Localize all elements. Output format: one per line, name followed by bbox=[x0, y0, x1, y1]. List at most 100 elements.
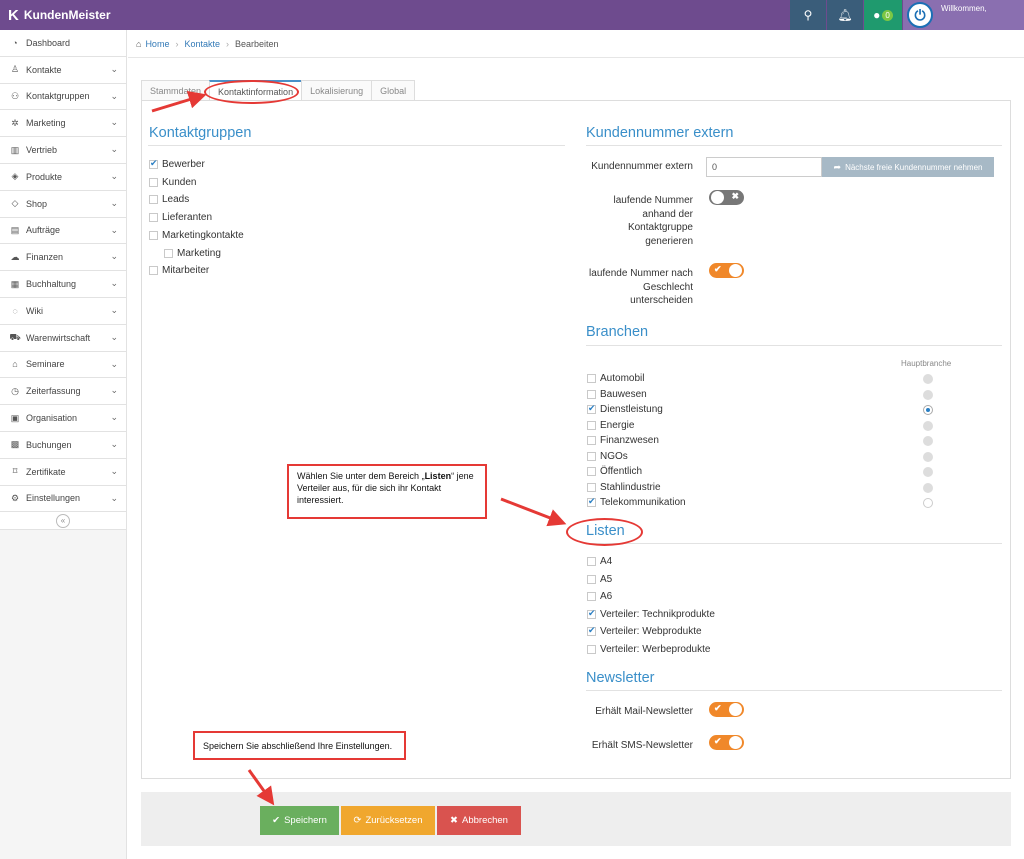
check-icon: ✔ bbox=[714, 736, 722, 746]
checkbox[interactable] bbox=[587, 451, 596, 461]
sidebar-item-kontaktgruppen[interactable]: ⚇ Kontaktgruppen ⌄ bbox=[0, 83, 126, 111]
kontaktgruppe-item[interactable]: Marketing bbox=[164, 248, 221, 259]
hauptbranche-radio[interactable] bbox=[923, 389, 933, 400]
checkbox-label: Verteiler: Werbeprodukte bbox=[600, 644, 711, 655]
checkbox[interactable] bbox=[587, 496, 596, 507]
checkbox[interactable] bbox=[149, 177, 158, 187]
listen-item[interactable]: Verteiler: Webprodukte bbox=[587, 625, 702, 637]
hauptbranche-radio[interactable] bbox=[923, 405, 933, 415]
hauptbranche-radio[interactable] bbox=[923, 374, 933, 384]
sidebar-item-dashboard[interactable]: ◔ Dashboard bbox=[0, 30, 126, 57]
kontaktgruppe-item[interactable]: Bewerber bbox=[149, 158, 205, 170]
hauptbranche-radio[interactable] bbox=[923, 436, 933, 446]
brand-logo[interactable]: K KundenMeister bbox=[8, 0, 111, 30]
branche-item[interactable]: Öffentlich bbox=[587, 466, 642, 477]
sidebar-item-zertifikate[interactable]: ⌑ Zertifikate ⌄ bbox=[0, 458, 126, 486]
branche-item[interactable]: NGOs bbox=[587, 451, 628, 462]
sidebar-item-shop[interactable]: ◇ Shop ⌄ bbox=[0, 190, 126, 218]
sidebar-item-warenwirtschaft[interactable]: ⛟ Warenwirtschaft ⌄ bbox=[0, 324, 126, 352]
sms-newsletter-label: Erhält SMS-Newsletter bbox=[591, 740, 693, 751]
kontaktgruppe-item[interactable]: Lieferanten bbox=[149, 212, 212, 223]
sidebar-collapse[interactable]: « bbox=[0, 512, 126, 531]
checkbox[interactable] bbox=[149, 230, 158, 240]
listen-item[interactable]: Verteiler: Werbeprodukte bbox=[587, 644, 710, 655]
reset-button[interactable]: ⟳ Zurücksetzen bbox=[341, 806, 435, 835]
sidebar-item-vertrieb[interactable]: ▥ Vertrieb ⌄ bbox=[0, 137, 126, 164]
checkbox[interactable] bbox=[587, 403, 596, 414]
toggle-mail-newsletter[interactable]: ✔ bbox=[709, 702, 744, 717]
checkbox[interactable] bbox=[587, 574, 596, 584]
branche-item[interactable]: Stahlindustrie bbox=[587, 482, 661, 493]
breadcrumb-contacts[interactable]: Kontakte bbox=[184, 39, 220, 49]
checkbox[interactable] bbox=[587, 436, 596, 445]
breadcrumb-home[interactable]: Home bbox=[145, 39, 169, 49]
checkbox[interactable] bbox=[587, 608, 596, 619]
notifications-button[interactable]: 🔔︎ bbox=[827, 0, 863, 30]
sidebar-item-produkte[interactable]: ◈ Produkte ⌄ bbox=[0, 163, 126, 191]
tab-stammdaten[interactable]: Stammdaten bbox=[141, 80, 211, 100]
sidebar-item-kontakte[interactable]: ♙ Kontakte ⌄ bbox=[0, 56, 126, 84]
checkbox[interactable] bbox=[587, 467, 596, 476]
hauptbranche-radio[interactable] bbox=[923, 498, 933, 508]
tab-global[interactable]: Global bbox=[371, 80, 416, 100]
kontaktgruppe-item[interactable]: Kunden bbox=[149, 177, 196, 188]
cancel-button[interactable]: ✖ Abbrechen bbox=[437, 806, 521, 835]
checkbox[interactable] bbox=[149, 266, 158, 276]
checkbox[interactable] bbox=[587, 625, 596, 637]
checkbox[interactable] bbox=[149, 195, 158, 205]
checkbox[interactable] bbox=[164, 248, 173, 258]
checkbox[interactable] bbox=[587, 645, 596, 654]
checkbox[interactable] bbox=[587, 482, 596, 492]
sidebar-item-buchungen[interactable]: ▩ Buchungen ⌄ bbox=[0, 431, 126, 459]
sidebar-item-wiki[interactable]: ◌ Wiki ⌄ bbox=[0, 297, 126, 325]
search-button[interactable]: ⚲ bbox=[790, 0, 826, 30]
toggle-kontaktgruppe[interactable]: ✖ bbox=[709, 190, 744, 205]
kontaktgruppe-item[interactable]: Marketingkontakte bbox=[149, 230, 244, 241]
sidebar-item-buchhaltung[interactable]: ▦ Buchhaltung ⌄ bbox=[0, 271, 126, 298]
hauptbranche-radio[interactable] bbox=[923, 467, 933, 477]
hauptbranche-radio[interactable] bbox=[923, 482, 933, 493]
checkbox[interactable] bbox=[149, 158, 158, 169]
checkbox-label: Telekommunikation bbox=[600, 497, 686, 508]
checkbox[interactable] bbox=[587, 557, 596, 566]
checkbox[interactable] bbox=[587, 592, 596, 602]
sidebar-item-marketing[interactable]: ✲ Marketing ⌄ bbox=[0, 110, 126, 138]
save-button[interactable]: ✔ Speichern bbox=[260, 806, 339, 835]
messages-button[interactable]: ● 0 bbox=[864, 0, 902, 30]
branche-item[interactable]: Finanzwesen bbox=[587, 435, 659, 446]
toggle-geschlecht[interactable]: ✔ bbox=[709, 263, 744, 278]
sidebar-item-organisation[interactable]: ▣ Organisation ⌄ bbox=[0, 405, 126, 432]
hauptbranche-radio[interactable] bbox=[923, 451, 933, 462]
listen-item[interactable]: Verteiler: Technikprodukte bbox=[587, 608, 715, 620]
tab-lokalisierung[interactable]: Lokalisierung bbox=[301, 80, 373, 100]
kundennummer-input[interactable]: 0 bbox=[706, 157, 822, 177]
hauptbranche-radio[interactable] bbox=[923, 420, 933, 431]
checkbox-label: Automobil bbox=[600, 373, 645, 384]
sidebar-item-zeiterfassung[interactable]: ◷ Zeiterfassung ⌄ bbox=[0, 378, 126, 406]
listen-item[interactable]: A4 bbox=[587, 556, 612, 567]
sidebar-item-label: Kontaktgruppen bbox=[26, 91, 90, 102]
kontaktgruppe-item[interactable]: Leads bbox=[149, 194, 189, 205]
listen-item[interactable]: A6 bbox=[587, 591, 612, 602]
toggle-sms-newsletter[interactable]: ✔ bbox=[709, 735, 744, 750]
branche-item[interactable]: Automobil bbox=[587, 373, 644, 384]
checkbox[interactable] bbox=[587, 374, 596, 383]
sidebar-item-aufträge[interactable]: ▤ Aufträge ⌄ bbox=[0, 217, 126, 245]
certificate-icon: ⌑ bbox=[12, 466, 18, 477]
branche-item[interactable]: Energie bbox=[587, 420, 634, 431]
branche-item[interactable]: Bauwesen bbox=[587, 389, 647, 400]
user-menu[interactable]: ⏻ Willkommen, bbox=[903, 0, 1024, 30]
kontaktgruppe-item[interactable]: Mitarbeiter bbox=[149, 265, 209, 276]
branche-item[interactable]: Telekommunikation bbox=[587, 496, 686, 508]
checkbox[interactable] bbox=[149, 213, 158, 223]
checkbox[interactable] bbox=[587, 420, 596, 430]
next-number-button[interactable]: ➦ Nächste freie Kundennummer nehmen bbox=[822, 157, 994, 177]
checkbox-label: Stahlindustrie bbox=[600, 481, 661, 493]
checkbox-label: Energie bbox=[600, 419, 635, 431]
sidebar-item-finanzen[interactable]: ☁ Finanzen ⌄ bbox=[0, 244, 126, 272]
branche-item[interactable]: Dienstleistung bbox=[587, 403, 663, 415]
listen-item[interactable]: A5 bbox=[587, 574, 612, 585]
checkbox[interactable] bbox=[587, 389, 596, 399]
sidebar-item-einstellungen[interactable]: ⚙ Einstellungen ⌄ bbox=[0, 485, 126, 513]
sidebar-item-seminare[interactable]: ⌂ Seminare ⌄ bbox=[0, 351, 126, 379]
